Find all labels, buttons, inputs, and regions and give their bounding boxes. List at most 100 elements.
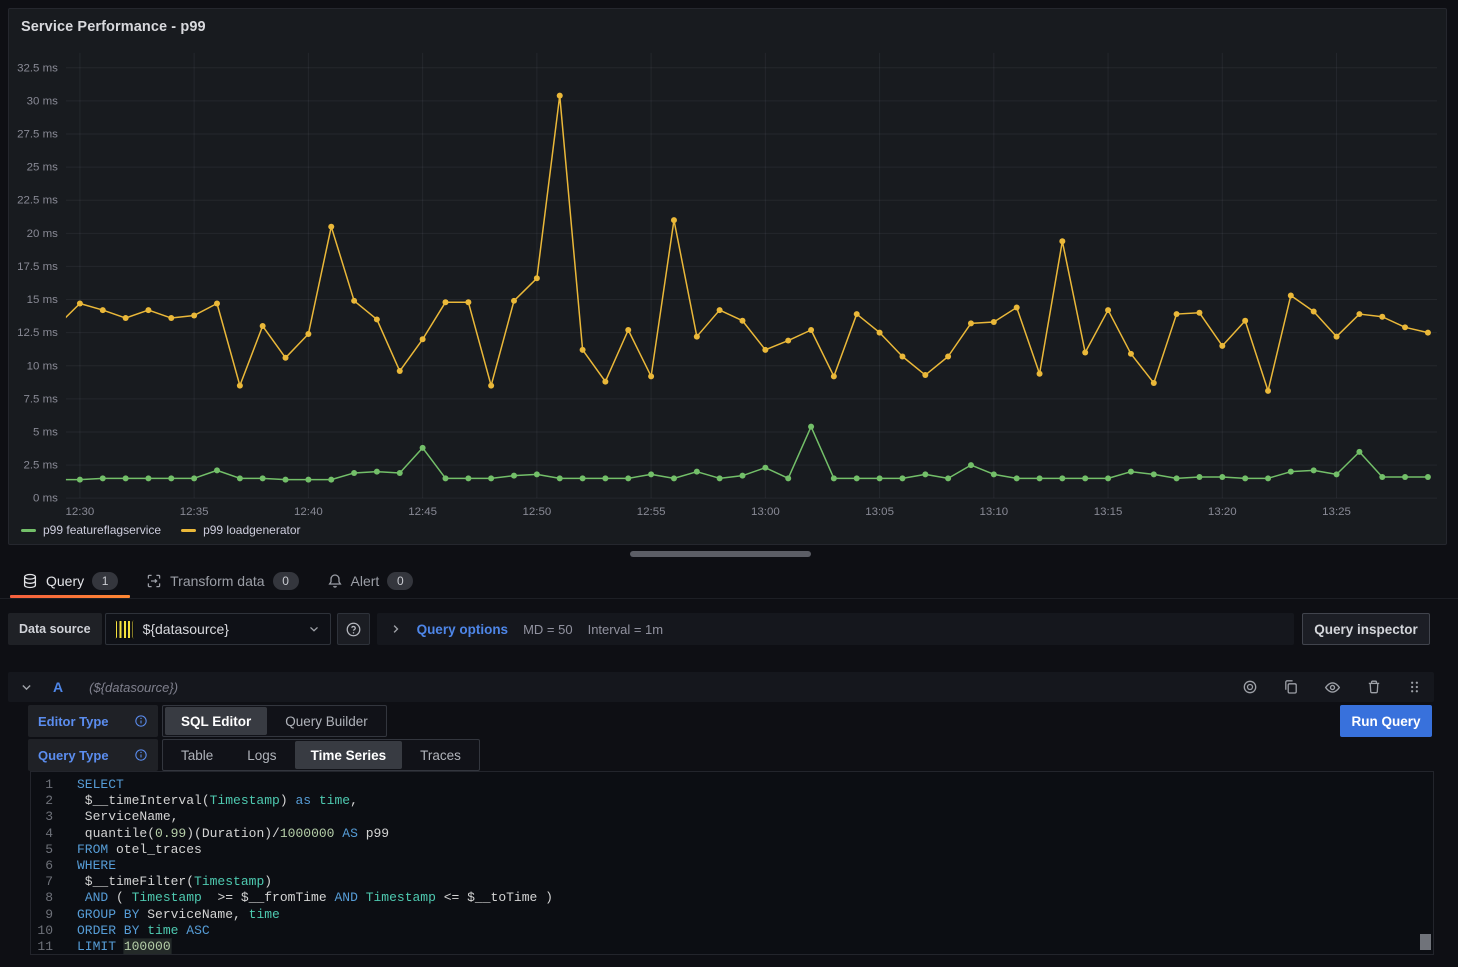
svg-text:13:15: 13:15	[1094, 506, 1123, 518]
code-line: 9GROUP BY ServiceName, time	[31, 907, 1433, 923]
svg-text:10 ms: 10 ms	[27, 360, 59, 372]
query-inspector-button[interactable]: Query inspector	[1302, 613, 1430, 645]
svg-text:13:00: 13:00	[751, 506, 780, 518]
editor-scrollbar-thumb[interactable]	[1420, 934, 1431, 950]
datasource-picker[interactable]: ${datasource}	[105, 613, 331, 645]
tab-label: Query	[46, 573, 84, 589]
drag-handle-icon[interactable]	[1407, 679, 1422, 695]
sql-code: 1SELECT2 $__timeInterval(Timestamp) as t…	[31, 777, 1433, 955]
legend-color-dash	[21, 529, 36, 532]
chart-legend: p99 featureflagservice p99 loadgenerator	[21, 523, 301, 537]
query-row-header[interactable]: A (${datasource})	[8, 672, 1434, 702]
code-line: 2 $__timeInterval(Timestamp) as time,	[31, 793, 1433, 809]
datasource-help-button[interactable]	[337, 613, 370, 645]
svg-text:13:05: 13:05	[865, 506, 894, 518]
svg-text:15 ms: 15 ms	[27, 294, 59, 306]
code-line: 7 $__timeFilter(Timestamp)	[31, 874, 1433, 890]
query-options-toggle[interactable]: Query options	[417, 622, 509, 637]
legend-item-featureflagservice[interactable]: p99 featureflagservice	[21, 523, 161, 537]
query-type-option-table[interactable]: Table	[165, 741, 229, 769]
editor-type-radio-group: SQL Editor Query Builder	[162, 705, 387, 737]
svg-text:27.5 ms: 27.5 ms	[17, 129, 58, 141]
legend-label: p99 loadgenerator	[203, 523, 300, 537]
svg-text:12:35: 12:35	[180, 506, 209, 518]
transform-icon	[146, 573, 162, 589]
svg-text:12:55: 12:55	[637, 506, 666, 518]
run-query-button[interactable]: Run Query	[1340, 705, 1432, 737]
code-line: 6WHERE	[31, 858, 1433, 874]
svg-text:13:10: 13:10	[979, 506, 1008, 518]
editor-tab-bar: Query 1 Transform data 0 Alert 0	[0, 564, 1458, 599]
editor-type-row: Editor Type SQL Editor Query Builder	[28, 705, 387, 737]
chevron-right-icon	[390, 623, 402, 635]
interval-value: Interval = 1m	[588, 622, 664, 637]
info-circle-icon[interactable]	[134, 714, 148, 728]
query-ref-id[interactable]: A	[53, 679, 63, 695]
code-line: 10ORDER BY time ASC	[31, 923, 1433, 939]
query-datasource-hint: (${datasource})	[89, 680, 178, 695]
bell-icon	[327, 573, 343, 589]
legend-item-loadgenerator[interactable]: p99 loadgenerator	[181, 523, 300, 537]
database-icon	[22, 573, 38, 589]
query-count-badge: 1	[92, 572, 118, 590]
svg-text:22.5 ms: 22.5 ms	[17, 195, 58, 207]
svg-text:13:20: 13:20	[1208, 506, 1237, 518]
query-type-option-time-series[interactable]: Time Series	[295, 741, 403, 769]
query-type-option-logs[interactable]: Logs	[231, 741, 292, 769]
question-circle-icon	[345, 621, 362, 638]
editor-type-option-sql-editor[interactable]: SQL Editor	[165, 707, 267, 735]
svg-text:7.5 ms: 7.5 ms	[23, 393, 58, 405]
datasource-row: Data source ${datasource} Query options …	[8, 613, 1430, 645]
svg-text:12:45: 12:45	[408, 506, 437, 518]
sql-code-editor[interactable]: 1SELECT2 $__timeInterval(Timestamp) as t…	[30, 771, 1434, 955]
grafana-panel-edit-page: Service Performance - p99 0 ms2.5 ms5 ms…	[0, 0, 1458, 967]
svg-text:12:50: 12:50	[522, 506, 551, 518]
svg-text:17.5 ms: 17.5 ms	[17, 261, 58, 273]
svg-text:0 ms: 0 ms	[33, 493, 58, 505]
delete-query-trash-icon[interactable]	[1366, 679, 1382, 695]
query-type-radio-group: Table Logs Time Series Traces	[162, 739, 480, 771]
chevron-down-icon	[307, 622, 321, 636]
svg-text:12:40: 12:40	[294, 506, 323, 518]
code-line: 11LIMIT 100000	[31, 939, 1433, 955]
datasource-label: Data source	[8, 613, 102, 645]
tab-query[interactable]: Query 1	[8, 564, 132, 598]
editor-type-label: Editor Type	[28, 705, 158, 737]
query-type-row: Query Type Table Logs Time Series Traces	[28, 739, 480, 771]
legend-color-dash	[181, 529, 196, 532]
tab-label: Transform data	[170, 573, 264, 589]
svg-text:32.5 ms: 32.5 ms	[17, 62, 58, 74]
svg-text:12.5 ms: 12.5 ms	[17, 327, 58, 339]
query-row-actions	[1242, 679, 1422, 696]
panel-title: Service Performance - p99	[21, 19, 206, 35]
query-type-option-traces[interactable]: Traces	[404, 741, 477, 769]
code-line: 4 quantile(0.99)(Duration)/1000000 AS p9…	[31, 826, 1433, 842]
code-line: 5FROM otel_traces	[31, 842, 1433, 858]
clickhouse-logo-icon	[115, 620, 134, 639]
datasource-picker-value: ${datasource}	[143, 621, 298, 637]
svg-text:20 ms: 20 ms	[27, 228, 59, 240]
svg-text:13:25: 13:25	[1322, 506, 1351, 518]
alert-count-badge: 0	[387, 572, 413, 590]
legend-label: p99 featureflagservice	[43, 523, 161, 537]
hide-response-eye-icon[interactable]	[1324, 679, 1341, 696]
svg-text:30 ms: 30 ms	[27, 95, 59, 107]
query-options-bar[interactable]: Query options MD = 50 Interval = 1m	[377, 613, 1294, 645]
horizontal-scrollbar-thumb[interactable]	[630, 551, 811, 557]
transform-count-badge: 0	[273, 572, 299, 590]
editor-type-option-query-builder[interactable]: Query Builder	[269, 707, 384, 735]
code-line: 3 ServiceName,	[31, 809, 1433, 825]
svg-text:5 ms: 5 ms	[33, 426, 58, 438]
svg-text:25 ms: 25 ms	[27, 162, 59, 174]
max-data-points-value: MD = 50	[523, 622, 573, 637]
record-icon[interactable]	[1242, 679, 1258, 695]
tab-label: Alert	[351, 573, 380, 589]
collapse-chevron-icon[interactable]	[20, 681, 33, 694]
svg-text:12:30: 12:30	[66, 506, 95, 518]
duplicate-query-icon[interactable]	[1283, 679, 1299, 695]
code-line: 8 AND ( Timestamp >= $__fromTime AND Tim…	[31, 890, 1433, 906]
tab-alert[interactable]: Alert 0	[313, 564, 428, 598]
info-circle-icon[interactable]	[134, 748, 148, 762]
timeseries-chart[interactable]: 0 ms2.5 ms5 ms7.5 ms10 ms12.5 ms15 ms17.…	[9, 9, 1446, 544]
tab-transform-data[interactable]: Transform data 0	[132, 564, 312, 598]
